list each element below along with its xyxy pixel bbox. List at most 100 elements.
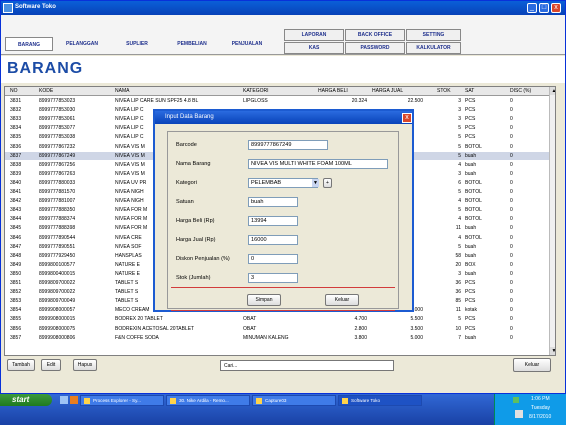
menu-setting[interactable]: SETTING <box>406 29 461 41</box>
vertical-scrollbar[interactable]: ▲ ▼ <box>549 87 555 355</box>
cell-disc: 0 <box>510 280 513 286</box>
task-process-explorer[interactable]: Process Explorer - Sy... <box>80 395 164 406</box>
clock-time[interactable]: 1:06 PM <box>531 396 550 402</box>
search-input[interactable]: Cari... <box>220 360 394 371</box>
minimize-button[interactable]: _ <box>527 3 537 13</box>
cell-disc: 0 <box>510 189 513 195</box>
menu-pembelian[interactable]: PEMBELIAN <box>166 37 218 51</box>
dialog-title-bar[interactable]: Input Data Barang x <box>155 111 412 124</box>
harga-beli-label: Harga Beli (Rp) <box>176 218 215 224</box>
hapus-button[interactable]: Hapus <box>73 359 97 371</box>
cell-sat: buah <box>465 334 477 341</box>
diskon-label: Diskon Penjualan (%) <box>176 256 230 262</box>
cell-sat: BOTOL <box>465 143 482 150</box>
menu-password[interactable]: PASSWORD <box>345 42 405 54</box>
network-icon[interactable] <box>513 397 519 403</box>
cell-sat: buah <box>465 243 477 250</box>
satuan-label: Satuan <box>176 199 194 205</box>
dialog-close-icon[interactable]: x <box>402 113 412 123</box>
cell-disc: 0 <box>510 216 513 223</box>
volume-icon[interactable] <box>515 410 523 418</box>
cell-kode: 8999800100577 <box>39 261 76 268</box>
menu-barang[interactable]: BARANG <box>5 37 53 51</box>
dialog-keluar-button[interactable]: Keluar <box>325 294 359 306</box>
kategori-select[interactable]: PELEMBAB <box>248 178 318 188</box>
cell-kode: 8999777881007 <box>39 198 76 205</box>
table-row[interactable]: 3856 8999908000075 BODREXIN ACETOSAL 20TAB… <box>5 325 555 334</box>
cell-stok: 10 <box>455 325 461 332</box>
col-kategori: KATEGORI <box>243 88 269 94</box>
menu-kas[interactable]: KAS <box>284 42 344 54</box>
cell-disc: 0 <box>510 116 513 123</box>
start-button[interactable]: start <box>0 394 52 406</box>
cell-stok: 5 <box>458 243 461 250</box>
table-row[interactable]: 3857 8999908000806 F&N COFFE SODA MINUMAN K… <box>5 334 555 343</box>
menu-pelanggan[interactable]: PELANGGAN <box>56 37 108 51</box>
edit-button[interactable]: Edit <box>41 359 61 371</box>
cell-no: 3852 <box>10 289 22 296</box>
menu-back-office[interactable]: BACK OFFICE <box>345 29 405 41</box>
cell-no: 3851 <box>10 280 22 286</box>
menu-suplier[interactable]: SUPLIER <box>111 37 163 51</box>
menu-penjualan[interactable]: PENJUALAN <box>221 37 273 51</box>
cell-kode: 8999777867256 <box>39 161 76 168</box>
cell-no: 3838 <box>10 161 22 168</box>
table-row[interactable]: 3831 8999777853023 NIVEA LIP CARE SUN SPF2… <box>5 97 555 106</box>
cell-disc: 0 <box>510 252 513 259</box>
simpan-button[interactable]: Simpan <box>247 294 281 306</box>
cell-stok: 7 <box>458 334 461 341</box>
cell-disc: 0 <box>510 179 513 186</box>
cell-stok: 20 <box>455 261 461 268</box>
table-header: NO KODE NAMA KATEGORI HARGA BELI HARGA J… <box>5 87 555 96</box>
menu-kalkulator[interactable]: KALKULATOR <box>406 42 461 54</box>
cell-disc: 0 <box>510 143 513 150</box>
chevron-down-icon[interactable]: ▼ <box>312 179 319 187</box>
cell-sat: PCS <box>465 298 476 305</box>
cell-no: 3843 <box>10 207 22 214</box>
cell-no: 3841 <box>10 189 22 195</box>
table-row[interactable]: 3855 8999908000015 BODREX 20 TABLET OBAT 4.7… <box>5 315 555 324</box>
tambah-button[interactable]: Tambah <box>7 359 35 371</box>
harga-beli-field[interactable]: 13994 <box>248 216 298 226</box>
cell-nama: NIVEA LIP CARE SUN SPF25 4.8 BL <box>115 98 199 104</box>
cell-kode: 8999777853077 <box>39 125 76 132</box>
cell-sat: BOTOL <box>465 189 482 195</box>
scroll-up-icon[interactable]: ▲ <box>550 87 555 95</box>
add-kategori-button[interactable]: + <box>323 178 332 188</box>
cell-sat: buah <box>465 270 477 277</box>
cell-kode: 8999800400015 <box>39 270 76 277</box>
satuan-field[interactable]: buah <box>248 197 298 207</box>
cell-stok: 5 <box>458 143 461 150</box>
cell-no: 3856 <box>10 325 22 332</box>
stok-field[interactable]: 3 <box>248 273 298 283</box>
title-bar[interactable]: Software Toko _ □ x <box>1 1 565 15</box>
keluar-button[interactable]: Keluar <box>513 358 551 372</box>
cell-kode: 8999777888398 <box>39 225 76 232</box>
cell-stok: 36 <box>455 289 461 296</box>
nama-field[interactable]: NIVEA VIS MULTI WHITE FOAM 100ML <box>248 159 388 169</box>
maximize-button[interactable]: □ <box>539 3 549 13</box>
page-title: BARANG <box>7 60 84 77</box>
cell-sat: PCS <box>465 325 476 332</box>
diskon-field[interactable]: 0 <box>248 254 298 264</box>
task-software-toko[interactable]: Software Toko <box>338 395 422 406</box>
cell-disc: 0 <box>510 225 513 232</box>
scroll-down-icon[interactable]: ▼ <box>550 347 555 355</box>
quicklaunch-desktop-icon[interactable] <box>60 396 68 404</box>
quicklaunch-browser-icon[interactable] <box>70 396 78 404</box>
cell-stok: 6 <box>458 179 461 186</box>
harga-jual-field[interactable]: 16000 <box>248 235 298 245</box>
cell-kode: 8999777929450 <box>39 252 76 259</box>
menu-laporan[interactable]: LAPORAN <box>284 29 344 41</box>
cell-stok: 3 <box>458 270 461 277</box>
process-explorer-icon <box>84 398 90 404</box>
task-capture[interactable]: Capture03 <box>252 395 336 406</box>
cell-disc: 0 <box>510 307 513 314</box>
task-media-player[interactable]: 30. Nike Ardila - Remo... <box>166 395 250 406</box>
cell-nama: BODREXIN ACETOSAL 20TABLET <box>115 325 195 332</box>
barcode-field[interactable]: 8999777867249 <box>248 140 328 150</box>
stok-label: Stok (Jumlah) <box>176 275 211 281</box>
cell-no: 3832 <box>10 107 22 114</box>
cell-harga-beli: 3.800 <box>354 334 367 341</box>
close-button[interactable]: x <box>551 3 561 13</box>
